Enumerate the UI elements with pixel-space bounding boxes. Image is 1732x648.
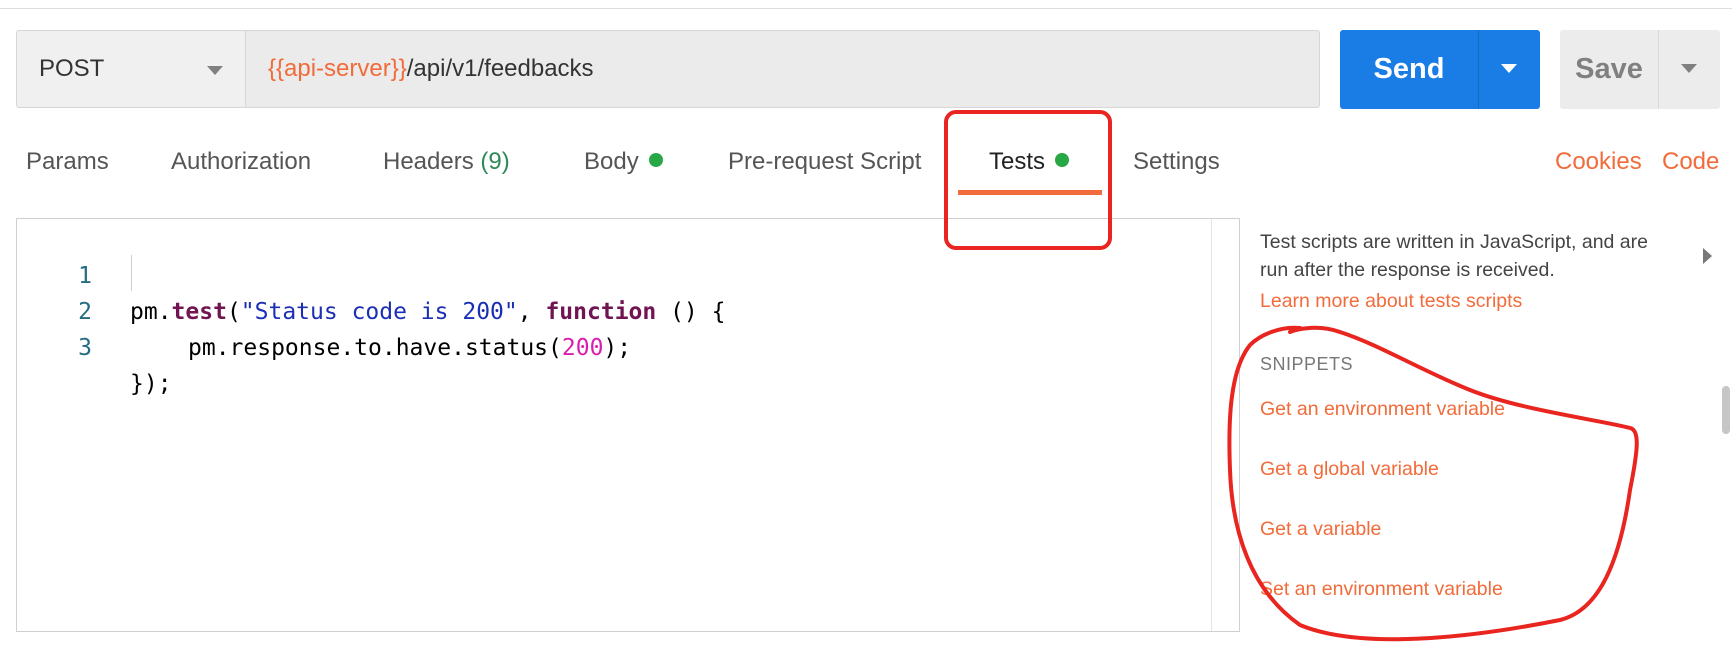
annotation-circle [1227,325,1639,642]
